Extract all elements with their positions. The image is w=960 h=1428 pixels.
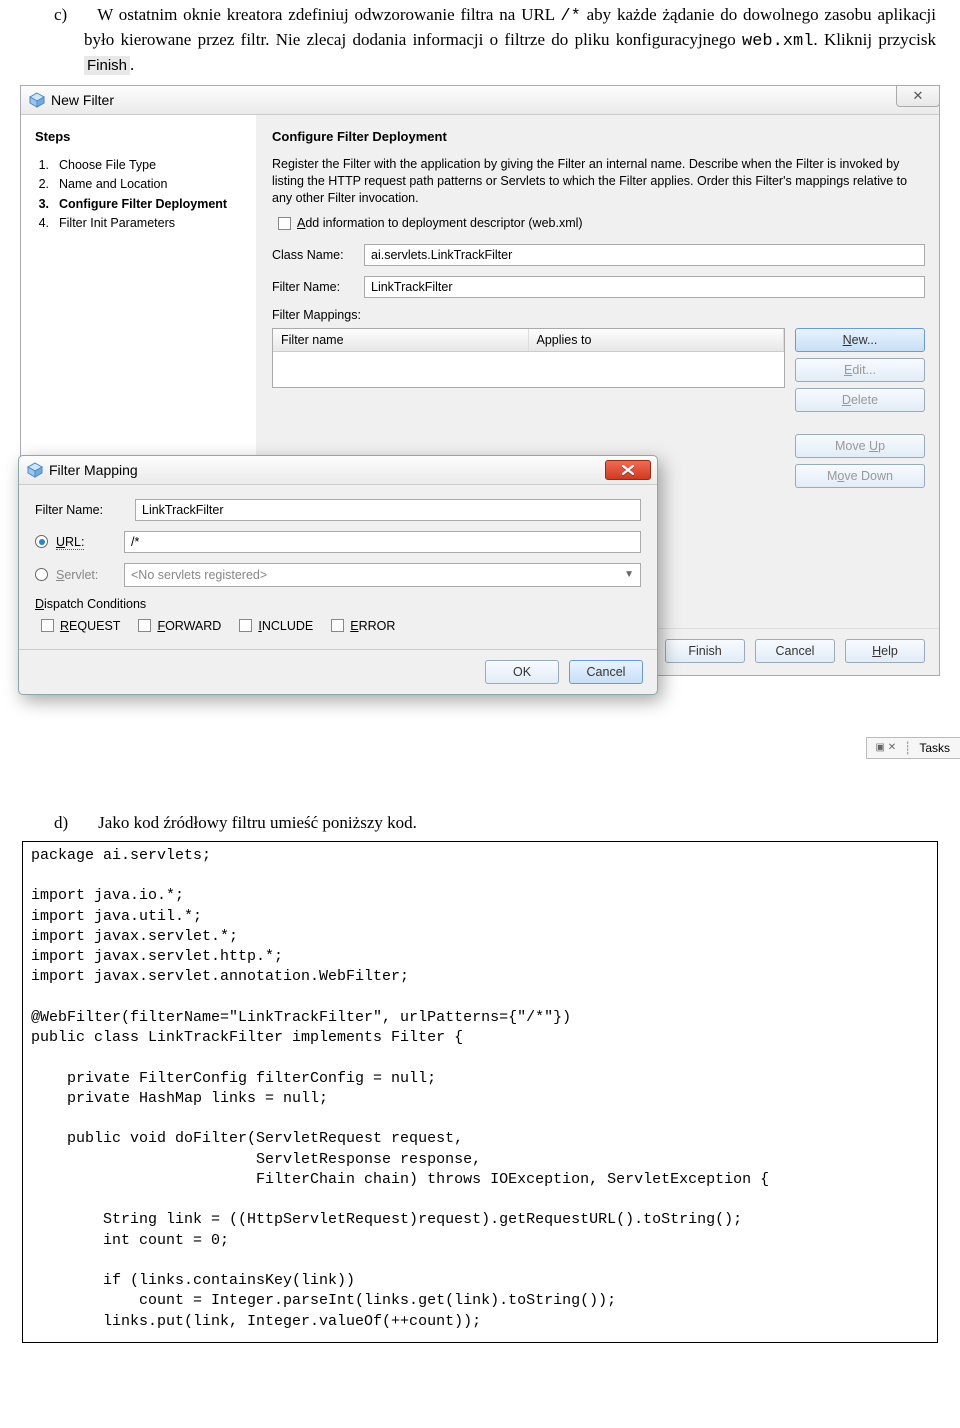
new-button[interactable]: New...: [795, 328, 925, 352]
filter-name-label: Filter Name:: [272, 280, 354, 294]
modal-filter-name-label: Filter Name:: [35, 503, 125, 517]
step-item: 1.Choose File Type: [35, 156, 246, 175]
cube-icon: [27, 462, 43, 478]
col-applies-to[interactable]: Applies to: [529, 329, 785, 351]
servlet-combo[interactable]: <No servlets registered> ▼: [124, 563, 641, 587]
code-listing: package ai.servlets; import java.io.*; i…: [22, 841, 938, 1343]
url-radio-label: URL:: [56, 535, 116, 549]
ok-button[interactable]: OK: [485, 660, 559, 684]
steps-heading: Steps: [35, 129, 246, 144]
error-checkbox[interactable]: ERROR: [331, 619, 395, 633]
url-radio[interactable]: [35, 535, 48, 548]
chevron-down-icon: ▼: [624, 569, 634, 580]
close-icon[interactable]: [605, 460, 651, 480]
add-info-checkbox-row[interactable]: Add information to deployment descriptor…: [278, 216, 925, 230]
modal-filter-name-input[interactable]: [135, 499, 641, 521]
wizard-title: New Filter: [51, 92, 114, 108]
dispatch-conditions-label: Dispatch Conditions: [35, 597, 641, 611]
servlet-radio[interactable]: [35, 568, 48, 581]
close-icon[interactable]: ✕: [896, 85, 940, 107]
collapse-icon[interactable]: ▣ ✕: [875, 742, 896, 753]
delete-button[interactable]: Delete: [795, 388, 925, 412]
finish-highlight: Finish: [84, 56, 130, 75]
step-item: 4.Filter Init Parameters: [35, 214, 246, 233]
modal-title: Filter Mapping: [49, 462, 138, 478]
request-checkbox[interactable]: REQUEST: [41, 619, 120, 633]
forward-checkbox[interactable]: FORWARD: [138, 619, 221, 633]
move-down-button[interactable]: Move Down: [795, 464, 925, 488]
filter-name-input[interactable]: [364, 276, 925, 298]
step-item: 2.Name and Location: [35, 175, 246, 194]
edit-button[interactable]: Edit...: [795, 358, 925, 382]
tasks-tab[interactable]: ▣ ✕ ┊ Tasks: [866, 737, 960, 759]
cube-icon: [29, 92, 45, 108]
servlet-radio-label: Servlet:: [56, 568, 116, 582]
move-up-button[interactable]: Move Up: [795, 434, 925, 458]
content-heading: Configure Filter Deployment: [272, 129, 925, 144]
modal-titlebar[interactable]: Filter Mapping: [19, 456, 657, 485]
filter-mapping-dialog: Filter Mapping Filter Name: URL: Servlet…: [18, 455, 658, 695]
cancel-button[interactable]: Cancel: [755, 639, 835, 663]
class-name-label: Class Name:: [272, 248, 354, 262]
modal-cancel-button[interactable]: Cancel: [569, 660, 643, 684]
marker-c: c): [54, 5, 67, 24]
step-item-current: 3.Configure Filter Deployment: [35, 195, 246, 214]
mappings-table[interactable]: Filter name Applies to: [272, 328, 785, 388]
url-pattern-input[interactable]: [124, 531, 641, 553]
marker-d: d): [54, 813, 68, 832]
mappings-label: Filter Mappings:: [272, 308, 925, 322]
finish-button[interactable]: Finish: [665, 639, 745, 663]
combo-placeholder: <No servlets registered>: [131, 568, 267, 582]
instruction-d: d)Jako kod źródłowy filtru umieść poniżs…: [0, 805, 960, 841]
wizard-titlebar[interactable]: New Filter ✕: [21, 86, 939, 115]
add-info-label: Add information to deployment descriptor…: [297, 216, 583, 230]
instruction-c: c)W ostatnim oknie kreatora zdefiniuj od…: [0, 0, 960, 85]
class-name-input[interactable]: [364, 244, 925, 266]
content-description: Register the Filter with the application…: [272, 156, 925, 207]
tasks-label: Tasks: [919, 741, 950, 755]
help-button[interactable]: Help: [845, 639, 925, 663]
col-filter-name[interactable]: Filter name: [273, 329, 529, 351]
include-checkbox[interactable]: INCLUDE: [239, 619, 313, 633]
checkbox-icon[interactable]: [278, 217, 291, 230]
